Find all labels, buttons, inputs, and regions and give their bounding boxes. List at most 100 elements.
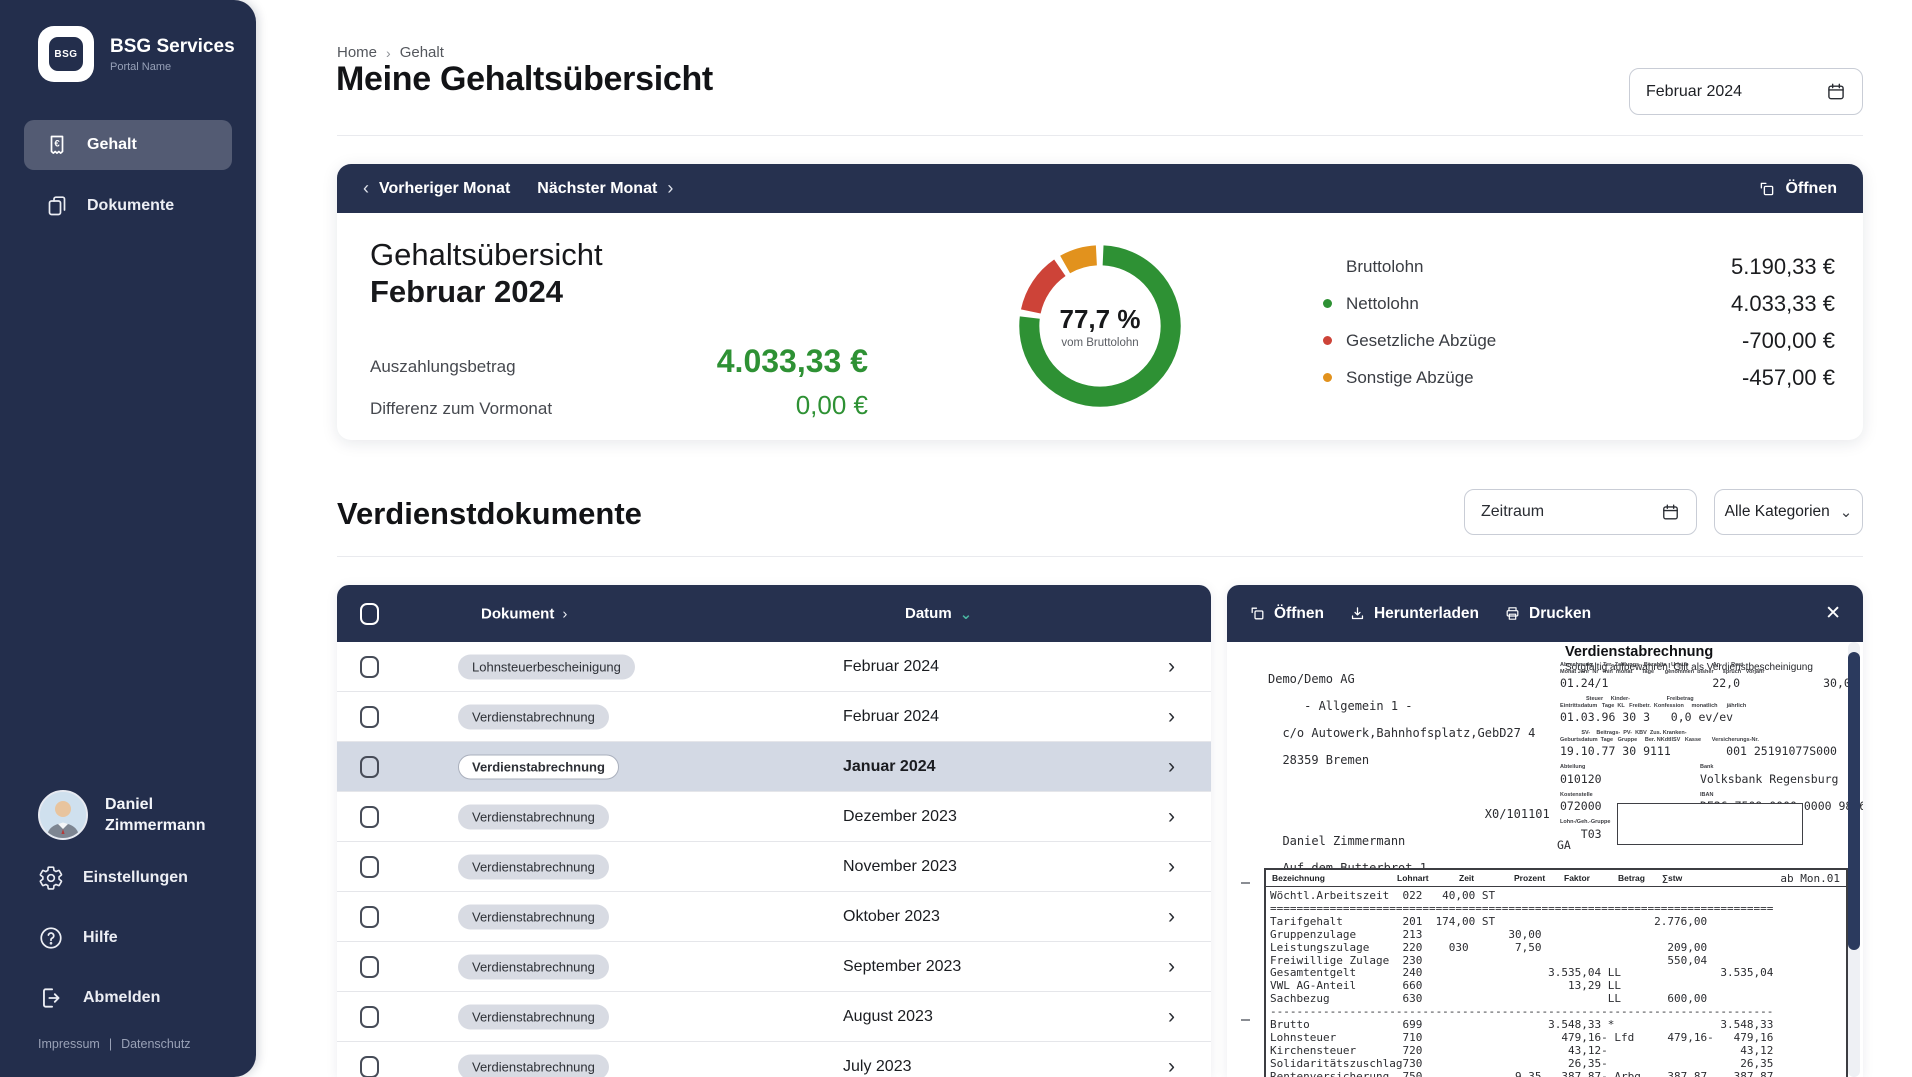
legend-dot-icon — [1323, 373, 1332, 382]
table-row[interactable]: Verdienstabrechnung September 2023 › — [337, 942, 1211, 992]
menu-item-abmelden[interactable]: Abmelden — [38, 982, 188, 1014]
section-divider — [337, 556, 1863, 557]
logout-icon — [38, 985, 64, 1011]
payslip-col: Betrag — [1618, 873, 1645, 883]
category-select[interactable]: Alle Kategorien ⌄ — [1714, 489, 1863, 535]
payslip-info-value: 010120 — [1560, 773, 1700, 786]
chevron-right-icon: › — [1168, 655, 1175, 679]
menu-item-einstellungen[interactable]: Einstellungen — [38, 862, 188, 894]
app-root: BSG BSG Services Portal Name € Gehalt — [0, 0, 1912, 1077]
sidebar-footer: Impressum | Datenschutz — [38, 1037, 191, 1051]
payslip-ga-text: GA — [1557, 838, 1571, 852]
gear-icon — [38, 865, 64, 891]
salary-receipt-icon: € — [45, 133, 69, 157]
document-date: July 2023 — [843, 1058, 912, 1076]
summary-card-header: ‹ Vorheriger Monat Nächster Monat › Öffn… — [337, 164, 1863, 213]
document-preview-panel: Öffnen Herunterladen — [1227, 585, 1863, 1077]
row-checkbox[interactable] — [360, 656, 379, 678]
diff-value: 0,00 € — [796, 390, 868, 421]
legend-value: 5.190,33 € — [1731, 254, 1835, 280]
salary-overview-heading: Gehaltsübersicht — [370, 236, 868, 273]
table-row[interactable]: Lohnsteuerbescheinigung Februar 2024 › — [337, 642, 1211, 692]
brand-name: BSG Services — [110, 36, 235, 58]
document-type-badge: Verdienstabrechnung — [458, 754, 619, 779]
table-row[interactable]: Verdienstabrechnung August 2023 › — [337, 992, 1211, 1042]
payslip-col: Bezeichnung — [1272, 873, 1325, 883]
payslip-info-row: SV- Beitrags- PV- KBV Zus. Kranken- Gebu… — [1560, 730, 1856, 758]
documents-section-title: Verdienstdokumente — [337, 496, 642, 532]
column-header-dokument[interactable]: Dokument › — [481, 605, 567, 622]
help-icon — [38, 925, 64, 951]
document-type-badge: Lohnsteuerbescheinigung — [458, 654, 635, 679]
zeitraum-date-input[interactable]: Zeitraum — [1464, 489, 1697, 535]
menu-item-hilfe[interactable]: Hilfe — [38, 922, 188, 954]
table-row[interactable]: Verdienstabrechnung Januar 2024 › — [337, 742, 1211, 792]
sidebar-item-gehalt[interactable]: € Gehalt — [24, 120, 232, 170]
chevron-left-icon: ‹ — [363, 178, 369, 199]
legend-value: 4.033,33 € — [1731, 291, 1835, 317]
sidebar-nav: € Gehalt Dokumente — [24, 120, 232, 242]
salary-legend: Bruttolohn5.190,33 €Nettolohn4.033,33 €G… — [1323, 248, 1835, 396]
close-preview-icon[interactable]: ✕ — [1825, 602, 1841, 625]
sort-chevron-icon: ⌄ — [960, 605, 973, 623]
payslip-col: Prozent — [1514, 873, 1545, 883]
table-row[interactable]: Verdienstabrechnung July 2023 › — [337, 1042, 1211, 1077]
avatar — [38, 790, 88, 840]
row-checkbox[interactable] — [360, 806, 379, 828]
preview-scrollbar-thumb[interactable] — [1848, 652, 1860, 950]
salary-summary-card: ‹ Vorheriger Monat Nächster Monat › Öffn… — [337, 164, 1863, 440]
payout-value: 4.033,33 € — [717, 343, 868, 380]
calendar-icon — [1661, 503, 1680, 522]
bsg-logo-text: BSG — [49, 37, 83, 71]
month-picker[interactable]: Februar 2024 — [1629, 68, 1863, 115]
preview-download-button[interactable]: Herunterladen — [1349, 605, 1479, 623]
payslip-table: Bezeichnung Lohnart Zeit Prozent Faktor … — [1264, 868, 1848, 1077]
breadcrumb-home[interactable]: Home — [337, 44, 377, 61]
open-external-icon — [1758, 180, 1776, 198]
datenschutz-link[interactable]: Datenschutz — [121, 1037, 190, 1051]
month-picker-value: Februar 2024 — [1646, 83, 1742, 101]
impressum-link[interactable]: Impressum — [38, 1037, 100, 1051]
table-row[interactable]: Verdienstabrechnung Dezember 2023 › — [337, 792, 1211, 842]
payslip-info-row: Abrechnung Ter- Zahlungs- Bezahlte Urlau… — [1560, 662, 1856, 690]
table-row[interactable]: Verdienstabrechnung Oktober 2023 › — [337, 892, 1211, 942]
document-date: Oktober 2023 — [843, 908, 940, 926]
row-checkbox[interactable] — [360, 856, 379, 878]
payslip-info-label: Bank — [1700, 764, 1838, 771]
payslip-table-header: Bezeichnung Lohnart Zeit Prozent Faktor … — [1266, 870, 1846, 887]
payslip-info-label: IBAN — [1700, 792, 1863, 799]
document-type-badge: Verdienstabrechnung — [458, 1004, 609, 1029]
legend-dot-placeholder — [1323, 262, 1332, 271]
fold-mark — [1241, 882, 1250, 884]
table-row[interactable]: Verdienstabrechnung Februar 2024 › — [337, 692, 1211, 742]
sidebar-item-dokumente[interactable]: Dokumente — [24, 181, 232, 231]
column-header-datum[interactable]: Datum ⌄ — [905, 605, 972, 623]
row-checkbox[interactable] — [360, 1056, 379, 1077]
chevron-right-icon: › — [1168, 755, 1175, 779]
preview-print-button[interactable]: Drucken — [1504, 605, 1591, 623]
salary-overview-month: Februar 2024 — [370, 273, 868, 310]
payslip-col: Lohnart — [1397, 873, 1429, 883]
bsg-logo: BSG — [38, 26, 94, 82]
category-select-value: Alle Kategorien — [1725, 503, 1830, 521]
preview-open-button[interactable]: Öffnen — [1249, 605, 1324, 623]
user-name: Daniel Zimmermann — [105, 794, 205, 836]
chevron-down-icon: ⌄ — [1840, 503, 1853, 521]
legend-row: Nettolohn4.033,33 € — [1323, 285, 1835, 322]
row-checkbox[interactable] — [360, 906, 379, 928]
document-type-badge: Verdienstabrechnung — [458, 954, 609, 979]
row-checkbox[interactable] — [360, 1006, 379, 1028]
row-checkbox[interactable] — [360, 706, 379, 728]
document-type-badge: Verdienstabrechnung — [458, 704, 609, 729]
table-row[interactable]: Verdienstabrechnung November 2023 › — [337, 842, 1211, 892]
previous-month-button[interactable]: ‹ Vorheriger Monat — [363, 178, 510, 199]
row-checkbox[interactable] — [360, 756, 379, 778]
next-month-button[interactable]: Nächster Monat › — [537, 178, 673, 199]
user-profile[interactable]: Daniel Zimmermann — [38, 790, 205, 840]
legend-label: Gesetzliche Abzüge — [1346, 331, 1496, 351]
document-date: Februar 2024 — [843, 658, 939, 676]
row-checkbox[interactable] — [360, 956, 379, 978]
open-summary-button[interactable]: Öffnen — [1758, 180, 1837, 198]
select-all-checkbox[interactable] — [360, 603, 379, 625]
payslip-info-label: SV- Beitrags- PV- KBV Zus. Kranken- Gebu… — [1560, 730, 1856, 743]
